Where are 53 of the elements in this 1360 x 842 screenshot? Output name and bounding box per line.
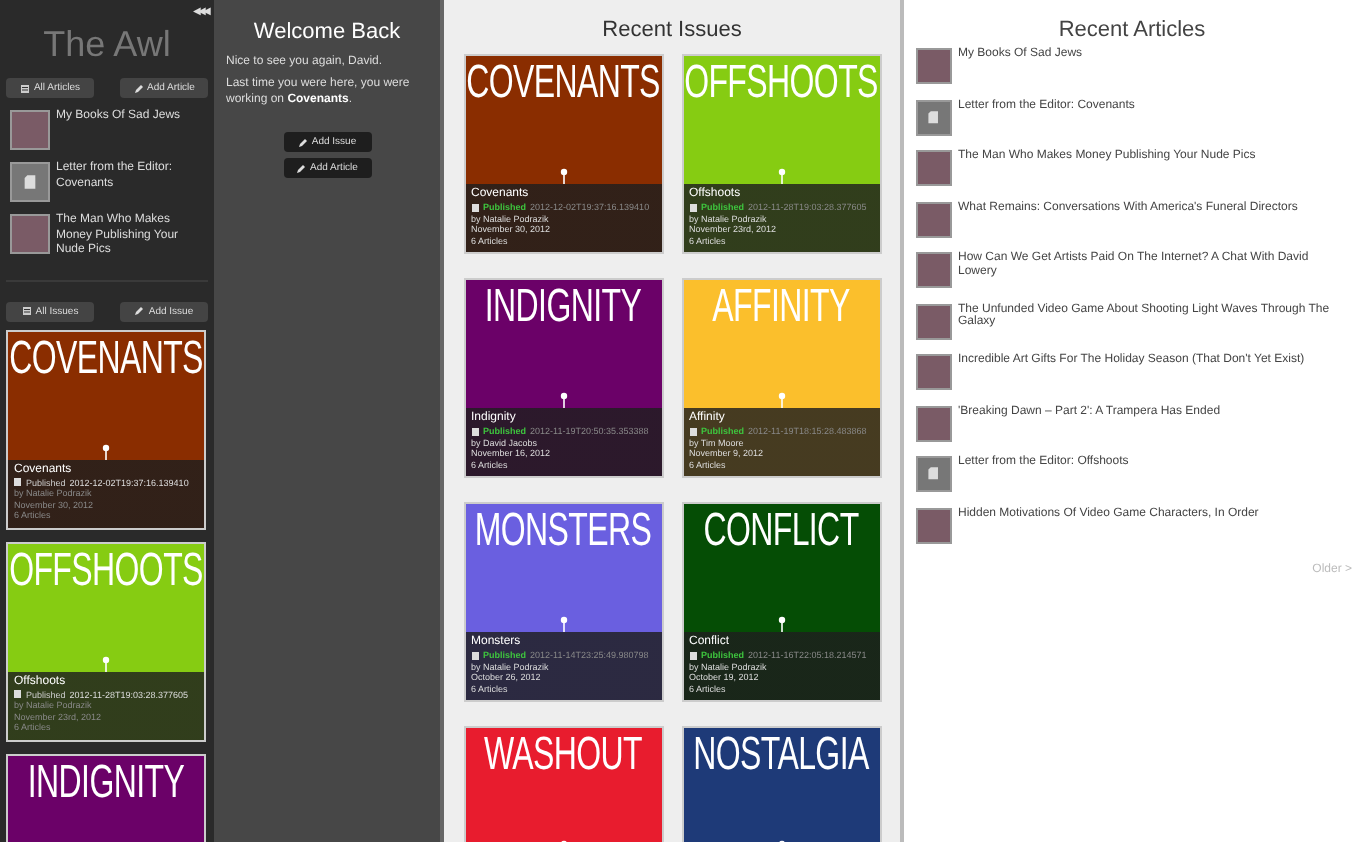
- cover-title: NOSTALGIA: [693, 734, 869, 781]
- issue-card[interactable]: INDIGNITY: [6, 753, 206, 842]
- list-icon: [21, 306, 32, 316]
- cover-title: COVENANTS: [466, 62, 660, 109]
- site-title: The Awl: [41, 24, 173, 66]
- pencil-icon: [134, 306, 145, 316]
- document-icon: [471, 427, 479, 436]
- pencil-icon: [297, 137, 308, 147]
- pin-icon: [559, 616, 567, 632]
- photo-placeholder: [10, 214, 50, 254]
- pin-icon: [559, 168, 567, 184]
- cover-title: INDIGNITY: [27, 761, 185, 808]
- pin-icon: [777, 392, 785, 408]
- document-icon: [689, 203, 697, 212]
- cover-title: MONSTERS: [474, 510, 652, 557]
- section-title: Recent Issues: [600, 18, 744, 42]
- pin-icon: [777, 616, 785, 632]
- photo-placeholder: [916, 303, 952, 339]
- document-icon: [14, 690, 22, 699]
- photo-placeholder: [916, 507, 952, 543]
- pin-icon: [102, 655, 110, 671]
- welcome-title: Welcome Back: [251, 20, 403, 44]
- list-icon: [19, 83, 30, 93]
- document-icon: [689, 427, 697, 436]
- photo-placeholder: [916, 354, 952, 390]
- photo-placeholder: [916, 150, 952, 186]
- pin-icon: [102, 443, 110, 459]
- document-icon: [14, 478, 22, 487]
- cover-title: CONFLICT: [703, 510, 859, 557]
- photo-placeholder: [10, 110, 50, 150]
- section-title: Recent Articles: [1056, 18, 1208, 42]
- document-icon: [926, 109, 942, 125]
- issue-card[interactable]: WASHOUT: [463, 726, 663, 842]
- cover-title: OFFSHOOTS: [9, 549, 203, 596]
- photo-placeholder: [916, 48, 952, 84]
- pencil-icon: [296, 163, 307, 173]
- document-icon: [689, 651, 697, 660]
- document-icon: [471, 203, 479, 212]
- pin-icon: [559, 392, 567, 408]
- pin-icon: [777, 168, 785, 184]
- cover-title: WASHOUT: [483, 734, 643, 781]
- photo-placeholder: [916, 201, 952, 237]
- photo-placeholder: [916, 405, 952, 441]
- document-icon: [926, 466, 942, 482]
- cover-title: AFFINITY: [712, 286, 850, 333]
- pencil-icon: [133, 83, 144, 93]
- document-icon: [471, 651, 479, 660]
- cover-title: OFFSHOOTS: [684, 62, 878, 109]
- issue-card[interactable]: NOSTALGIA: [681, 726, 881, 842]
- cover-title: COVENANTS: [9, 337, 203, 384]
- photo-placeholder: [916, 252, 952, 288]
- document-icon: [22, 174, 38, 190]
- cover-title: INDIGNITY: [484, 286, 642, 333]
